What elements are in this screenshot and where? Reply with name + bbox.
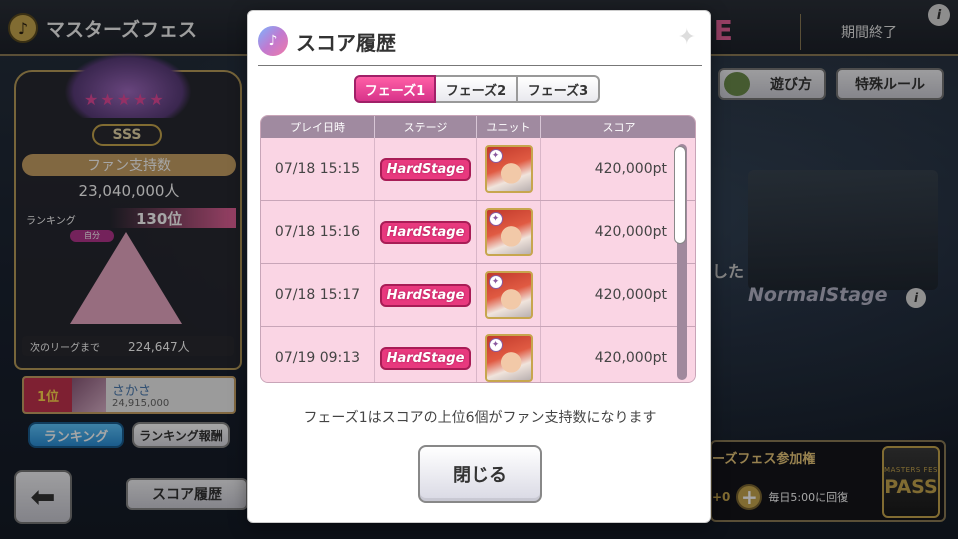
phase-tabs: フェーズ1 フェーズ2 フェーズ3: [354, 75, 600, 103]
header-divider: [258, 65, 702, 66]
table-row: 07/18 15:15 HardStage ✦ 420,000pt: [261, 138, 695, 201]
unit-type-icon: ✦: [488, 212, 503, 226]
tab-phase-1[interactable]: フェーズ1: [354, 75, 436, 103]
table-body[interactable]: 07/18 15:15 HardStage ✦ 420,000pt 07/18 …: [261, 138, 695, 382]
tab-phase-3[interactable]: フェーズ3: [518, 75, 600, 103]
row-date: 07/18 15:17: [261, 264, 375, 326]
hard-stage-badge: HardStage: [379, 283, 472, 307]
modal-header: ♪ スコア履歴: [258, 23, 396, 59]
score-history-icon: ♪: [258, 26, 288, 56]
modal-title: スコア履歴: [296, 30, 396, 55]
row-unit: ✦: [477, 201, 541, 263]
table-row: 07/18 15:17 HardStage ✦ 420,000pt: [261, 264, 695, 327]
row-date: 07/19 09:13: [261, 327, 375, 382]
unit-card-thumbnail[interactable]: ✦: [484, 208, 533, 256]
column-header-stage: ステージ: [375, 116, 477, 138]
row-date: 07/18 15:16: [261, 201, 375, 263]
tab-phase-2[interactable]: フェーズ2: [436, 75, 518, 103]
column-header-date: プレイ日時: [261, 116, 375, 138]
unit-card-thumbnail[interactable]: ✦: [484, 334, 533, 382]
row-stage: HardStage: [375, 264, 477, 326]
row-score: 420,000pt: [594, 224, 667, 240]
column-header-unit: ユニット: [477, 116, 541, 138]
row-stage: HardStage: [375, 327, 477, 382]
phase-note: フェーズ1はスコアの上位6個がファン支持数になります: [303, 410, 657, 426]
row-stage: HardStage: [375, 138, 477, 200]
unit-type-icon: ✦: [488, 338, 503, 352]
row-stage: HardStage: [375, 201, 477, 263]
unit-card-thumbnail[interactable]: ✦: [484, 145, 533, 193]
hard-stage-badge: HardStage: [379, 220, 472, 244]
table-row: 07/18 15:16 HardStage ✦ 420,000pt: [261, 201, 695, 264]
row-date: 07/18 15:15: [261, 138, 375, 200]
hard-stage-badge: HardStage: [379, 157, 472, 181]
table-header: プレイ日時 ステージ ユニット スコア: [261, 116, 695, 138]
unit-card-thumbnail[interactable]: ✦: [484, 271, 533, 319]
column-header-score: スコア: [602, 121, 636, 134]
close-button[interactable]: 閉じる: [418, 445, 542, 503]
unit-type-icon: ✦: [488, 275, 503, 289]
row-score: 420,000pt: [594, 287, 667, 303]
hard-stage-badge: HardStage: [379, 346, 472, 370]
row-unit: ✦: [477, 138, 541, 200]
score-history-modal: ♪ スコア履歴 ✦ フェーズ1 フェーズ2 フェーズ3 プレイ日時 ステージ ユ…: [247, 10, 711, 523]
scrollbar-thumb[interactable]: [674, 146, 686, 244]
sparkle-icon: ✦: [677, 25, 696, 50]
row-score: 420,000pt: [594, 350, 667, 366]
row-score: 420,000pt: [594, 161, 667, 177]
row-unit: ✦: [477, 327, 541, 382]
unit-type-icon: ✦: [488, 149, 503, 163]
row-unit: ✦: [477, 264, 541, 326]
table-row: 07/19 09:13 HardStage ✦ 420,000pt: [261, 327, 695, 382]
score-history-table: プレイ日時 ステージ ユニット スコア 07/18 15:15 HardStag…: [260, 115, 696, 383]
